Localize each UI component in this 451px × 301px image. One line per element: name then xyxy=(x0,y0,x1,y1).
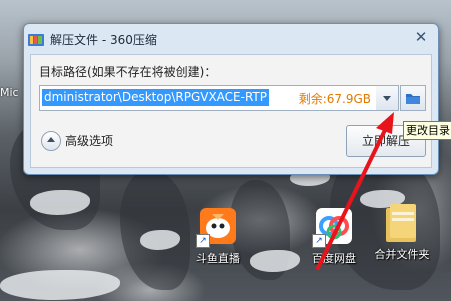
desktop-icon-baidu-netdisk[interactable]: ↗ 百度网盘 xyxy=(302,206,366,266)
path-value-selected[interactable]: dministrator\Desktop\RPGVXACE-RTP xyxy=(42,89,270,106)
desktop-icon-label: 百度网盘 xyxy=(312,252,356,265)
advanced-options-label: 高级选项 xyxy=(65,134,114,148)
path-label: 目标路径(如果不存在将被创建)： xyxy=(39,65,217,79)
desktop-icon-douyu[interactable]: ↗ 斗鱼直播 xyxy=(186,206,250,266)
desktop-edge-text: Mic xyxy=(0,86,19,99)
dialog-body: 目标路径(如果不存在将被创建)： dministrator\Desktop\RP… xyxy=(30,54,432,168)
title-bar[interactable]: 解压文件 - 360压缩 ✕ xyxy=(24,24,438,54)
folder-icon xyxy=(382,202,422,242)
close-button[interactable]: ✕ xyxy=(410,28,432,46)
window-title: 解压文件 - 360压缩 xyxy=(50,33,157,47)
baidu-netdisk-cloud-icon: ↗ xyxy=(312,206,354,248)
extract-dialog: 解压文件 - 360压缩 ✕ 目标路径(如果不存在将被创建)： dministr… xyxy=(23,23,439,175)
douyu-fish-icon: ↗ xyxy=(196,206,238,248)
free-space-indicator: 剩余:67.9GB xyxy=(298,92,371,106)
folder-browse-icon xyxy=(406,94,420,104)
archive-app-icon xyxy=(28,34,44,46)
destination-path-input[interactable]: dministrator\Desktop\RPGVXACE-RTP 剩余:67.… xyxy=(39,85,378,111)
desktop-icon-merge-folder[interactable]: 合并文件夹 xyxy=(370,202,434,262)
desktop-icon-label: 斗鱼直播 xyxy=(196,252,240,265)
desktop-icon-label: 合并文件夹 xyxy=(374,248,430,261)
shortcut-arrow-icon: ↗ xyxy=(196,234,210,248)
tooltip-change-directory: 更改目录 xyxy=(403,121,451,140)
change-directory-button[interactable] xyxy=(400,85,426,111)
shortcut-arrow-icon: ↗ xyxy=(312,234,326,248)
path-history-dropdown-button[interactable] xyxy=(376,85,399,111)
chevron-up-icon xyxy=(41,131,61,151)
chevron-down-icon xyxy=(383,96,391,101)
